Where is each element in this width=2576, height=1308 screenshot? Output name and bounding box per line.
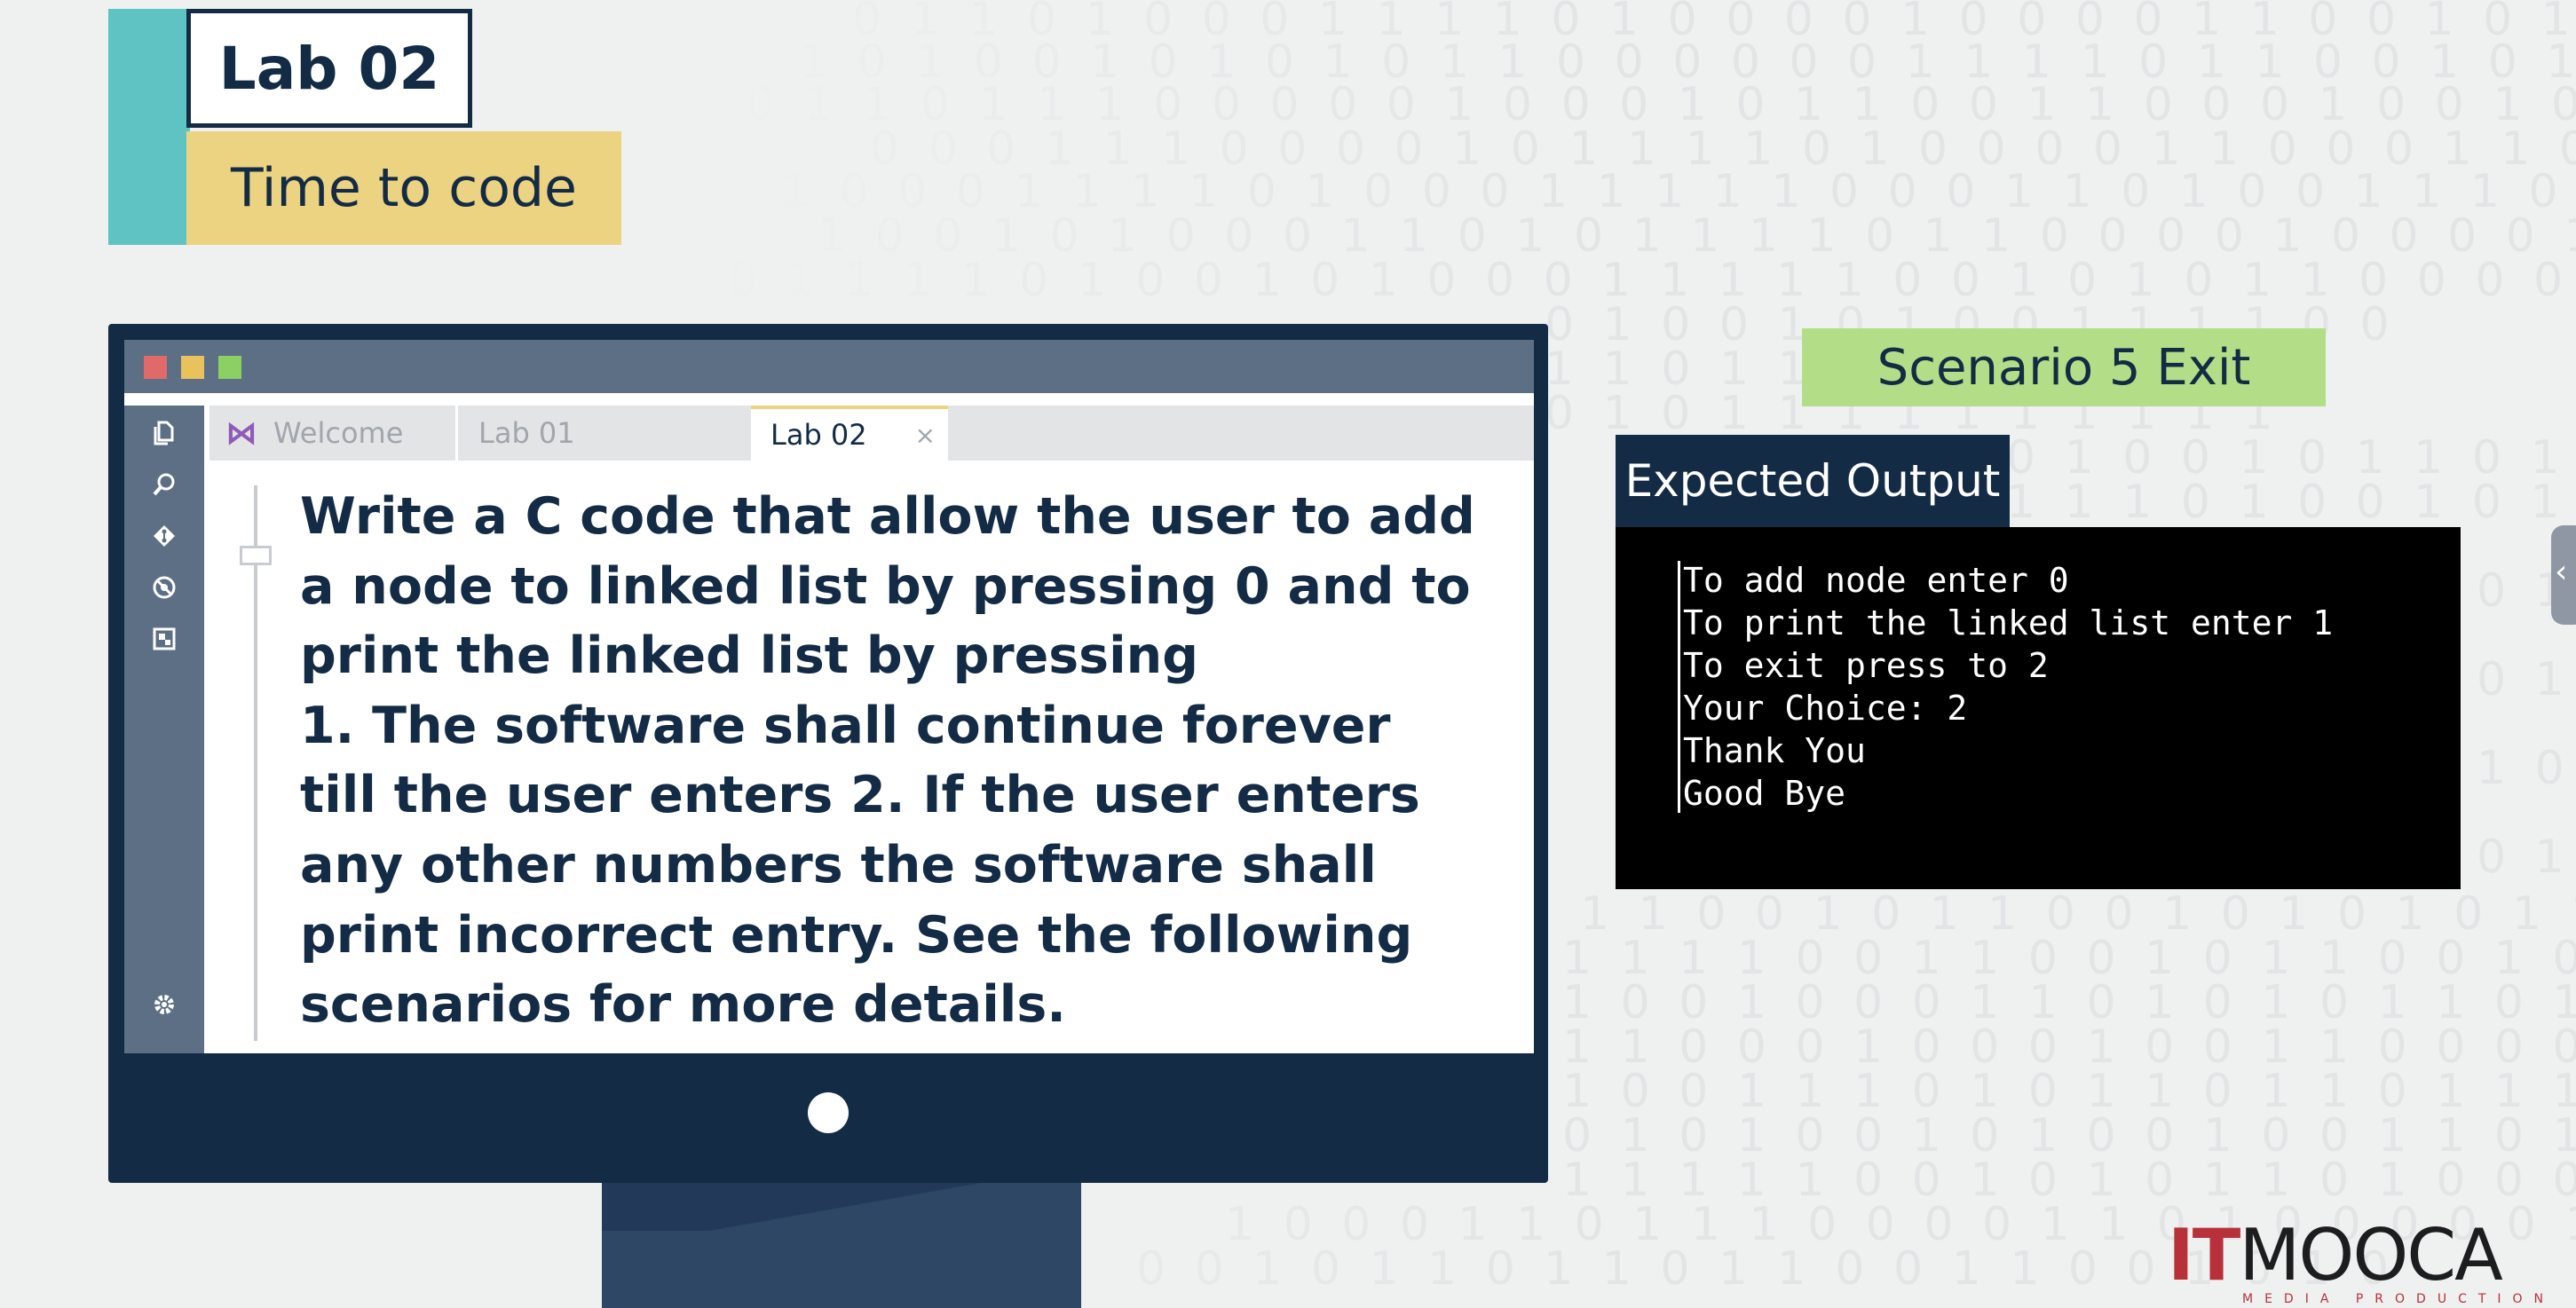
console-line: Good Bye [1683,774,1846,813]
search-icon[interactable] [151,471,178,498]
tab-welcome[interactable]: ⋈ Welcome [209,406,458,461]
task-line: till the user enters 2. If the user ente… [300,766,1420,825]
task-line: 1. The software shall continue forever [300,696,1391,755]
console-line: To exit press to 2 [1683,646,2049,685]
expected-output-label: Expected Output [1616,435,2010,527]
tab-welcome-label: Welcome [273,416,404,450]
logo-tagline: MEDIA PRODUCTION [2242,1292,2556,1306]
task-line: print incorrect entry. See the following [300,905,1413,965]
tab-lab-02[interactable]: Lab 02 × [751,406,948,461]
console-lines: To add node enter 0 To print the linked … [1683,559,2333,815]
scenario-label: Scenario 5 Exit [1802,328,2326,406]
tab-lab-02-label: Lab 02 [770,418,867,452]
tab-lab-01[interactable]: Lab 01 [461,406,647,461]
git-icon[interactable] [151,523,178,549]
task-line: scenarios for more details. [300,975,1066,1035]
activity-bar [124,406,204,1053]
visual-studio-icon: ⋈ [225,414,257,452]
badge-accent-bar [108,9,190,245]
monitor-stand-shade [602,1183,1081,1231]
task-line: print the linked list by pressing [300,626,1199,686]
window-titlebar [124,340,1534,393]
gear-icon[interactable] [151,991,178,1018]
fold-marker[interactable] [240,546,272,565]
minimize-window-button[interactable] [181,356,204,379]
task-line: any other numbers the software shall [300,835,1377,894]
itmooca-logo: ITMOOCA MEDIA PRODUCTION [2168,1214,2543,1308]
lab-title: Lab 02 [186,9,472,128]
console-line: To add node enter 0 [1683,561,2069,600]
chevron-left-icon: ‹ [2555,554,2568,590]
editor-tabs: ⋈ Welcome Lab 01 Lab 02 × [209,406,1534,461]
editor-window: ⋈ Welcome Lab 01 Lab 02 × Write a C code… [124,340,1534,1053]
logo-prefix: IT [2168,1214,2240,1296]
maximize-window-button[interactable] [218,356,241,379]
close-window-button[interactable] [144,356,167,379]
console-line: To print the linked list enter 1 [1683,603,2334,642]
side-panel-handle[interactable]: ‹ [2551,525,2576,625]
power-button [808,1092,849,1133]
extensions-icon[interactable] [151,626,178,652]
console-cursor [1678,561,1680,813]
console-line: Your Choice: 2 [1683,689,1968,728]
lab-subtitle: Time to code [186,131,621,245]
logo-wordmark: ITMOOCA [2168,1214,2503,1296]
titlebar-divider [124,393,1534,406]
tab-lab-01-label: Lab 01 [478,416,575,450]
logo-brand: MOOCA [2239,1214,2503,1296]
task-description: Write a C code that allow the user to ad… [300,482,1507,1040]
console-line: Thank You [1683,731,1866,770]
console-output: To add node enter 0 To print the linked … [1616,527,2461,889]
files-icon[interactable] [151,420,178,446]
task-line: a node to linked list by pressing 0 and … [300,556,1471,616]
close-icon[interactable]: × [915,421,936,450]
task-line: Write a C code that allow the user to ad… [300,487,1475,546]
debug-icon[interactable] [151,574,178,601]
editor-gutter [254,485,257,1041]
